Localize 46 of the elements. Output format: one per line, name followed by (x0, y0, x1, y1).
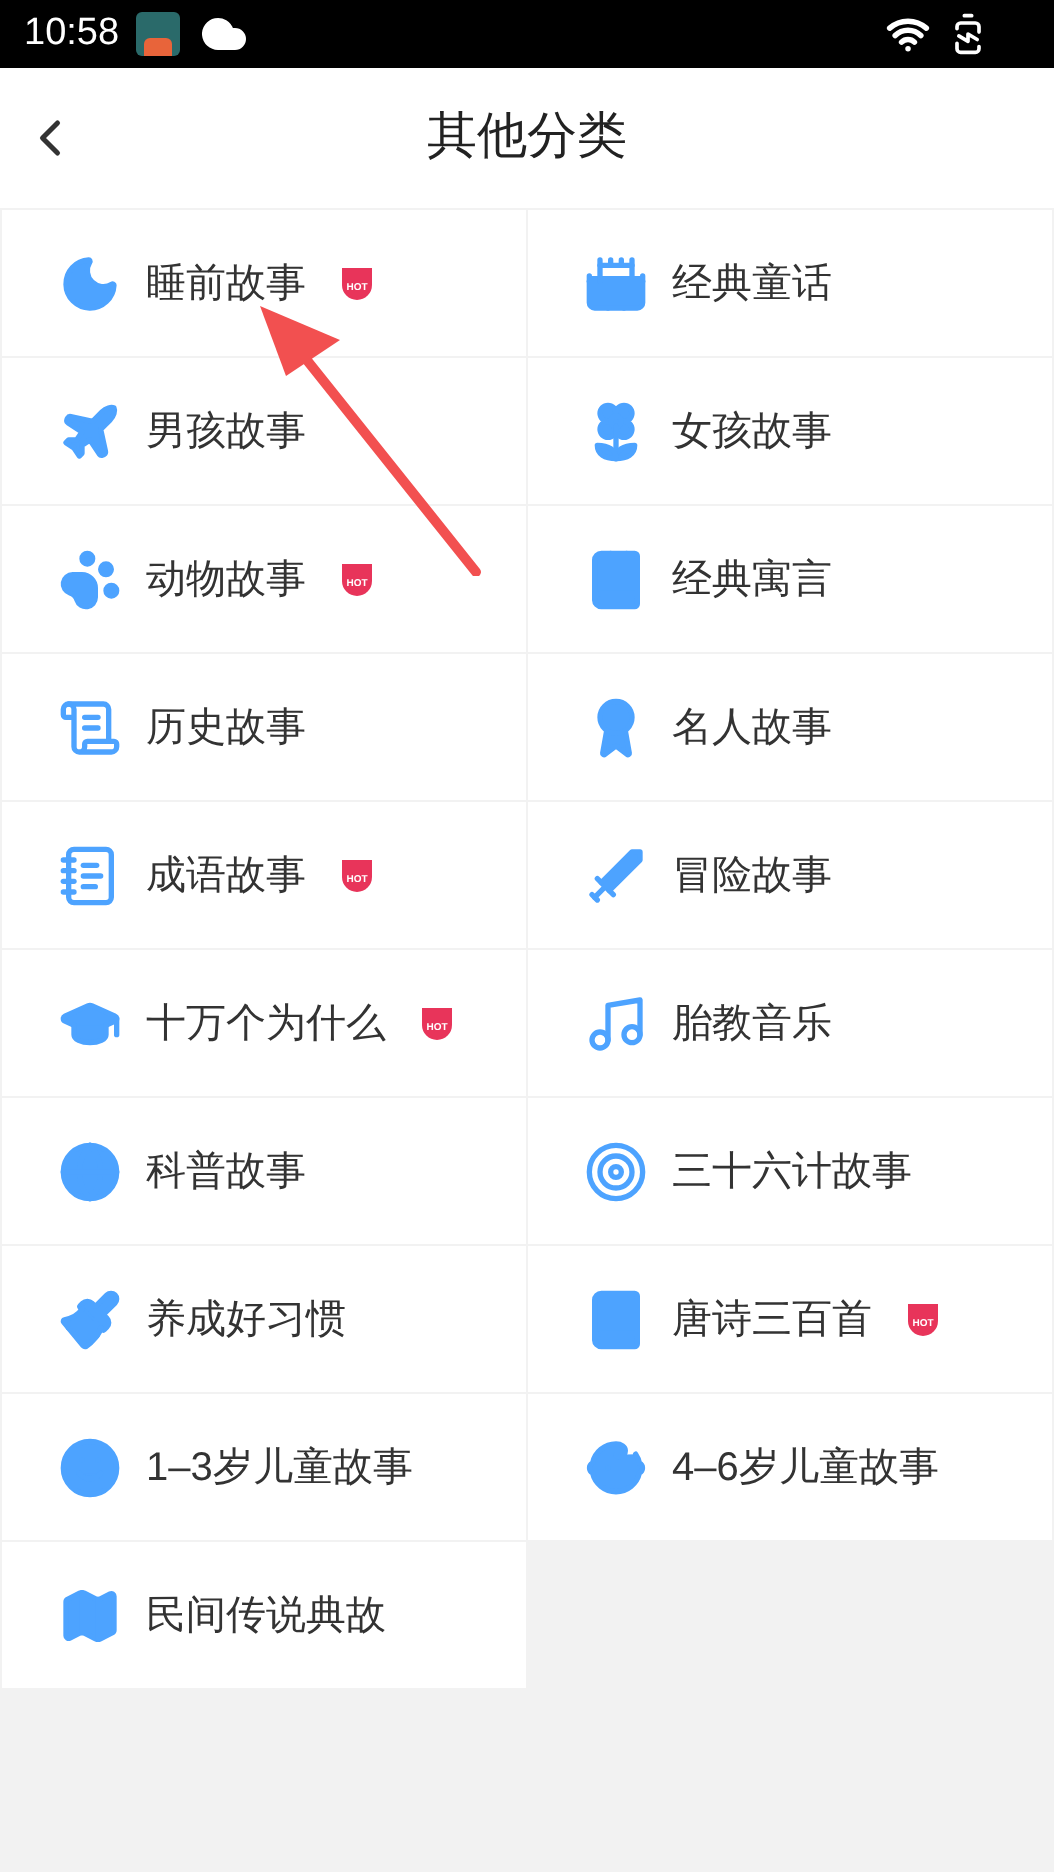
category-item[interactable]: 胎教音乐 (528, 950, 1052, 1096)
category-item[interactable]: 男孩故事 (2, 358, 526, 504)
category-item[interactable]: 民间传说典故 (2, 1542, 526, 1688)
category-item[interactable]: 冒险故事 (528, 802, 1052, 948)
category-item[interactable]: 经典寓言 (528, 506, 1052, 652)
category-label: 成语故事 (146, 851, 306, 901)
scroll-icon (58, 695, 122, 759)
category-label: 十万个为什么 (146, 999, 386, 1049)
app-notification-icon (135, 12, 180, 56)
status-time: 10:58 (24, 9, 120, 58)
category-label: 经典童话 (672, 259, 832, 309)
category-label: 三十六计故事 (672, 1147, 912, 1197)
category-item[interactable]: 女孩故事 (528, 358, 1052, 504)
music-note-icon (584, 991, 648, 1055)
brush-icon (58, 1287, 122, 1351)
category-item[interactable]: 名人故事 (528, 654, 1052, 800)
category-item[interactable]: 1–3岁儿童故事 (2, 1394, 526, 1540)
category-label: 民间传说典故 (146, 1591, 386, 1641)
category-label: 睡前故事 (146, 259, 306, 309)
category-item[interactable]: 科普故事 (2, 1098, 526, 1244)
category-label: 历史故事 (146, 703, 306, 753)
wifi-icon (886, 12, 930, 56)
category-label: 名人故事 (672, 703, 832, 753)
category-item[interactable]: 三十六计故事 (528, 1098, 1052, 1244)
moon-icon (58, 251, 122, 315)
category-item[interactable]: 经典童话 (528, 210, 1052, 356)
category-label: 胎教音乐 (672, 999, 832, 1049)
category-label: 养成好习惯 (146, 1295, 346, 1345)
paw-icon (58, 547, 122, 611)
category-item[interactable]: 养成好习惯 (2, 1246, 526, 1392)
category-label: 经典寓言 (672, 555, 832, 605)
category-label: 4–6岁儿童故事 (672, 1443, 939, 1493)
target-icon (584, 1139, 648, 1203)
category-label: 科普故事 (146, 1147, 306, 1197)
sword-icon (584, 843, 648, 907)
category-item[interactable]: 历史故事 (2, 654, 526, 800)
castle-icon (584, 251, 648, 315)
page-title: 其他分类 (427, 106, 627, 169)
category-label: 冒险故事 (672, 851, 832, 901)
category-item[interactable]: 4–6岁儿童故事 (528, 1394, 1052, 1540)
category-label: 唐诗三百首 (672, 1295, 872, 1345)
category-label: 女孩故事 (672, 407, 832, 457)
category-label: 1–3岁儿童故事 (146, 1443, 413, 1493)
category-label: 动物故事 (146, 555, 306, 605)
category-label: 男孩故事 (146, 407, 306, 457)
airplane-icon (58, 399, 122, 463)
